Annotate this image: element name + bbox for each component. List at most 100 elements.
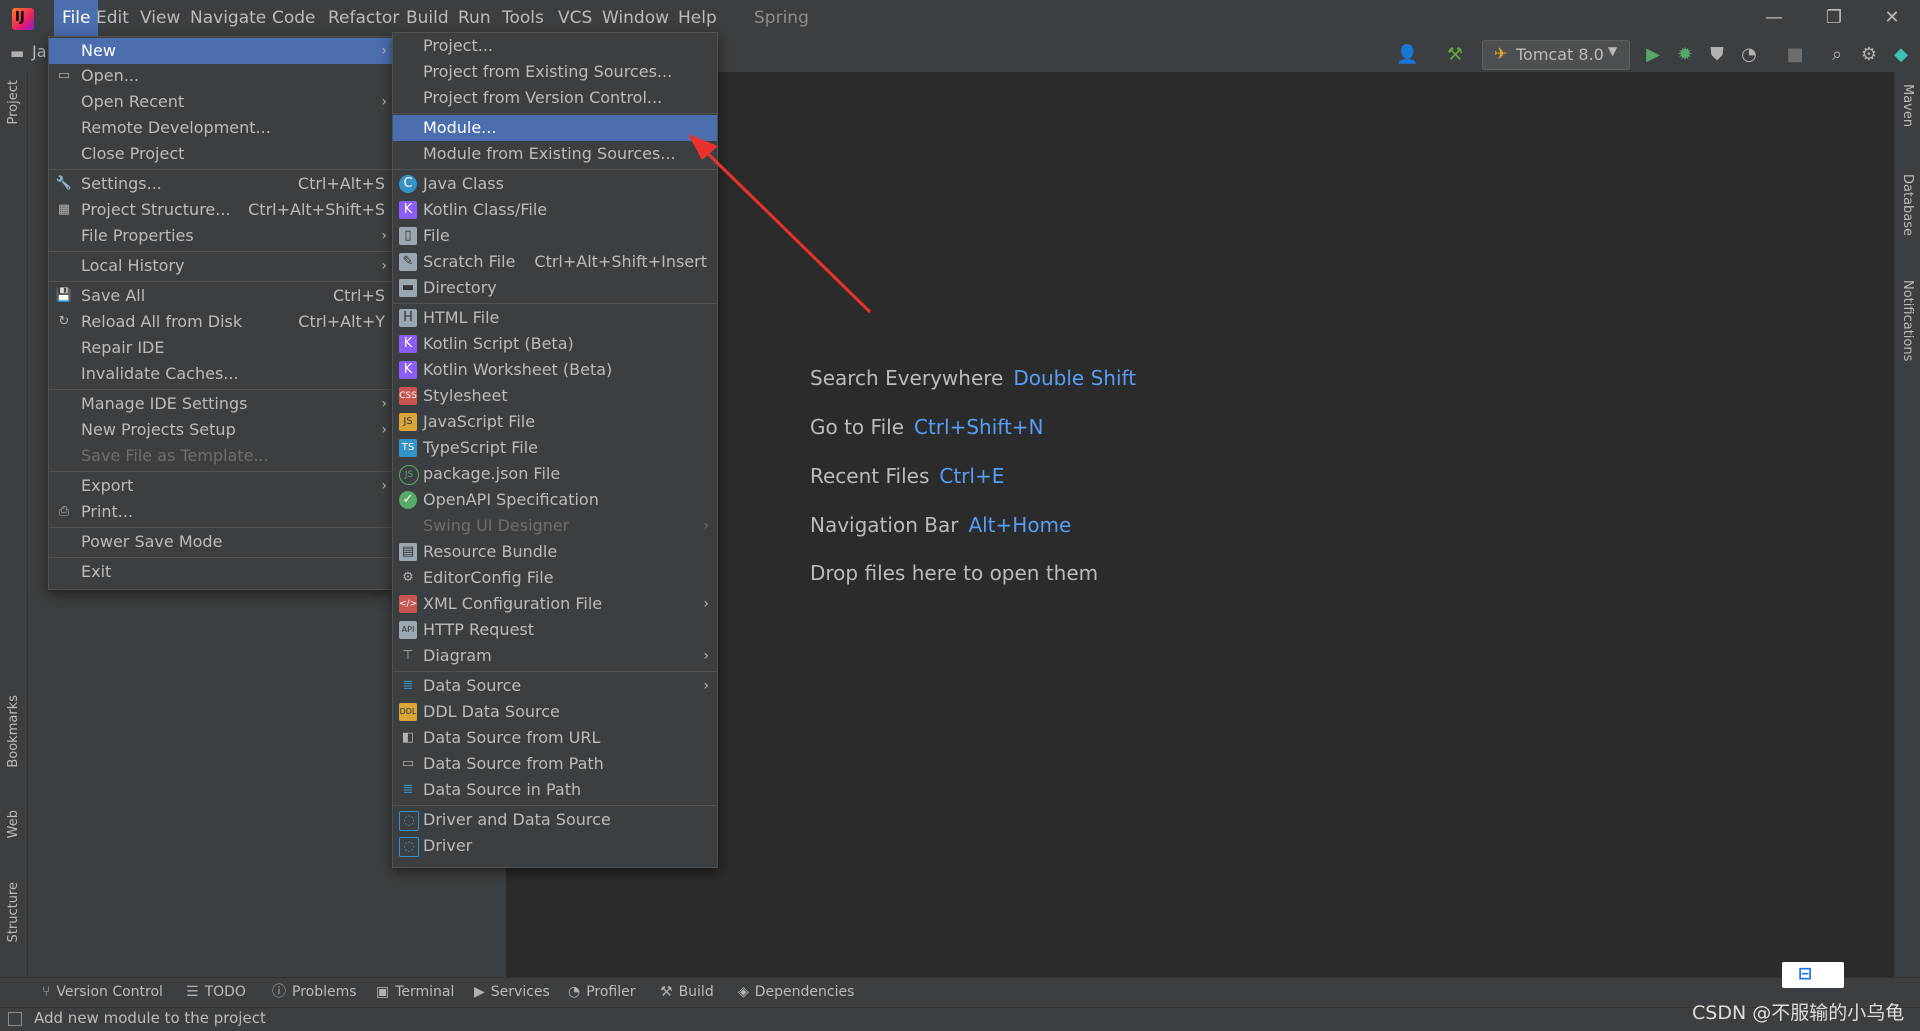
new-module[interactable]: Module... xyxy=(393,115,717,141)
gear-icon[interactable]: ⚙ xyxy=(1858,44,1880,66)
new-data-source-in-path[interactable]: ≣ Data Source in Path xyxy=(393,777,717,803)
bottom-tab-version-control[interactable]: ⑂ Version Control xyxy=(42,977,163,1007)
menu-separator xyxy=(49,471,395,472)
bottom-tab-problems[interactable]: ⓘ Problems xyxy=(272,977,357,1007)
project-breadcrumb[interactable]: Ja xyxy=(32,42,47,61)
file-menu-open[interactable]: ▭ Open... xyxy=(49,63,395,89)
file-menu-export[interactable]: Export › xyxy=(49,473,395,499)
new-ddl-data-source[interactable]: DDL DDL Data Source xyxy=(393,699,717,725)
new-file[interactable]: ▯ File xyxy=(393,223,717,249)
new-scratch-file[interactable]: ✎ Scratch File Ctrl+Alt+Shift+Insert xyxy=(393,249,717,275)
ime-indicator[interactable]: ⊟ xyxy=(1782,962,1844,988)
new-module-existing-sources[interactable]: Module from Existing Sources... xyxy=(393,141,717,167)
menu-build[interactable]: Build xyxy=(398,0,457,36)
file-menu-remote-development[interactable]: Remote Development... xyxy=(49,115,395,141)
new-driver-and-data-source[interactable]: ◌ Driver and Data Source xyxy=(393,807,717,833)
new-typescript-file[interactable]: TS TypeScript File xyxy=(393,435,717,461)
menu-refactor[interactable]: Refactor xyxy=(320,0,407,36)
bottom-tab-todo[interactable]: ☰ TODO xyxy=(186,977,246,1007)
tool-tab-web[interactable]: Web xyxy=(6,810,21,838)
debug-icon[interactable]: ✹ xyxy=(1674,44,1696,66)
file-menu-repair-ide[interactable]: Repair IDE xyxy=(49,335,395,361)
file-menu-open-recent[interactable]: Open Recent › xyxy=(49,89,395,115)
menu-tools[interactable]: Tools xyxy=(494,0,552,36)
file-menu-invalidate-caches[interactable]: Invalidate Caches... xyxy=(49,361,395,387)
menu-help[interactable]: Help xyxy=(670,0,725,36)
new-openapi-spec[interactable]: ✓ OpenAPI Specification xyxy=(393,487,717,513)
user-icon[interactable]: 👤 xyxy=(1396,44,1418,66)
new-stylesheet[interactable]: CSS Stylesheet xyxy=(393,383,717,409)
menu-navigate[interactable]: Navigate xyxy=(182,0,274,36)
jetbrains-icon[interactable]: ◆ xyxy=(1890,44,1912,66)
run-icon[interactable]: ▶ xyxy=(1642,44,1664,66)
menu-view[interactable]: View xyxy=(132,0,188,36)
diagram-icon: ⊤ xyxy=(402,648,414,663)
file-menu-reload-all[interactable]: ↻ Reload All from Disk Ctrl+Alt+Y xyxy=(49,309,395,335)
build-hammer-icon[interactable]: ⚒ xyxy=(1444,44,1466,66)
bottom-tab-build[interactable]: ⚒ Build xyxy=(660,977,714,1007)
new-kotlin-script[interactable]: K Kotlin Script (Beta) xyxy=(393,331,717,357)
file-menu-new[interactable]: New › xyxy=(49,38,395,64)
new-project[interactable]: Project... xyxy=(393,33,717,59)
file-menu-save-all[interactable]: 💾 Save All Ctrl+S xyxy=(49,283,395,309)
new-kotlin-class[interactable]: K Kotlin Class/File xyxy=(393,197,717,223)
file-menu-print[interactable]: ⎙ Print... xyxy=(49,499,395,525)
restore-button[interactable]: ❐ xyxy=(1806,0,1862,36)
new-html-file[interactable]: H HTML File xyxy=(393,305,717,331)
bottom-tab-dependencies[interactable]: ◈ Dependencies xyxy=(738,977,854,1007)
file-menu-power-save-mode[interactable]: Power Save Mode xyxy=(49,529,395,555)
new-javascript-file[interactable]: JS JavaScript File xyxy=(393,409,717,435)
tool-tab-database[interactable]: Database xyxy=(1900,174,1915,236)
status-bar xyxy=(0,1007,1920,1031)
bottom-tab-terminal[interactable]: ▣ Terminal xyxy=(376,977,454,1007)
file-menu-settings[interactable]: 🔧 Settings... Ctrl+Alt+S xyxy=(49,171,395,197)
new-package-json[interactable]: JS package.json File xyxy=(393,461,717,487)
menu-separator xyxy=(49,389,395,390)
coverage-icon[interactable]: ⛊ xyxy=(1706,44,1728,66)
new-editorconfig-file[interactable]: ⚙ EditorConfig File xyxy=(393,565,717,591)
file-menu-file-properties[interactable]: File Properties › xyxy=(49,223,395,249)
menu-vcs[interactable]: VCS xyxy=(550,0,600,36)
file-menu-manage-ide-settings[interactable]: Manage IDE Settings › xyxy=(49,391,395,417)
left-tool-strip xyxy=(0,72,28,977)
file-menu-exit[interactable]: Exit xyxy=(49,559,395,585)
tool-tab-structure[interactable]: Structure xyxy=(6,882,21,942)
close-button[interactable]: ✕ xyxy=(1864,0,1920,36)
new-data-source[interactable]: ≣ Data Source › xyxy=(393,673,717,699)
new-java-class[interactable]: C Java Class xyxy=(393,171,717,197)
new-data-source-path[interactable]: ▭ Data Source from Path xyxy=(393,751,717,777)
new-data-source-url[interactable]: ◧ Data Source from URL xyxy=(393,725,717,751)
file-menu-local-history[interactable]: Local History › xyxy=(49,253,395,279)
new-directory[interactable]: ▬ Directory xyxy=(393,275,717,301)
tool-tab-notifications[interactable]: Notifications xyxy=(1900,280,1915,361)
driver-icon: ◌ xyxy=(399,811,419,831)
new-kotlin-worksheet[interactable]: K Kotlin Worksheet (Beta) xyxy=(393,357,717,383)
menu-edit[interactable]: Edit xyxy=(88,0,137,36)
hammer-icon: ⚒ xyxy=(660,984,673,1000)
profiler-icon[interactable]: ◔ xyxy=(1738,44,1760,66)
bottom-tab-services[interactable]: ▶ Services xyxy=(474,977,550,1007)
stop-icon[interactable]: ■ xyxy=(1784,44,1806,66)
new-project-version-control[interactable]: Project from Version Control... xyxy=(393,85,717,111)
menu-separator xyxy=(49,281,395,282)
menu-run[interactable]: Run xyxy=(450,0,499,36)
new-driver[interactable]: ◌ Driver xyxy=(393,833,717,859)
search-icon[interactable]: ⌕ xyxy=(1826,44,1848,66)
minimize-button[interactable]: — xyxy=(1746,0,1802,36)
tool-tab-project[interactable]: Project xyxy=(6,80,21,124)
menu-window[interactable]: Window xyxy=(594,0,677,36)
new-diagram[interactable]: ⊤ Diagram › xyxy=(393,643,717,669)
menu-code[interactable]: Code xyxy=(264,0,324,36)
new-http-request[interactable]: API HTTP Request xyxy=(393,617,717,643)
file-menu: New › ▭ Open... Open Recent › Remote Develo… xyxy=(48,36,396,590)
new-xml-configuration[interactable]: </> XML Configuration File › xyxy=(393,591,717,617)
bottom-tab-profiler[interactable]: ◔ Profiler xyxy=(568,977,636,1007)
file-menu-new-projects-setup[interactable]: New Projects Setup › xyxy=(49,417,395,443)
new-project-existing-sources[interactable]: Project from Existing Sources... xyxy=(393,59,717,85)
file-menu-close-project[interactable]: Close Project xyxy=(49,141,395,167)
file-menu-project-structure[interactable]: ▦ Project Structure... Ctrl+Alt+Shift+S xyxy=(49,197,395,223)
new-resource-bundle[interactable]: ▤ Resource Bundle xyxy=(393,539,717,565)
status-toggle-icon[interactable] xyxy=(8,1012,22,1026)
tool-tab-bookmarks[interactable]: Bookmarks xyxy=(6,695,21,768)
tool-tab-maven[interactable]: Maven xyxy=(1900,84,1915,127)
